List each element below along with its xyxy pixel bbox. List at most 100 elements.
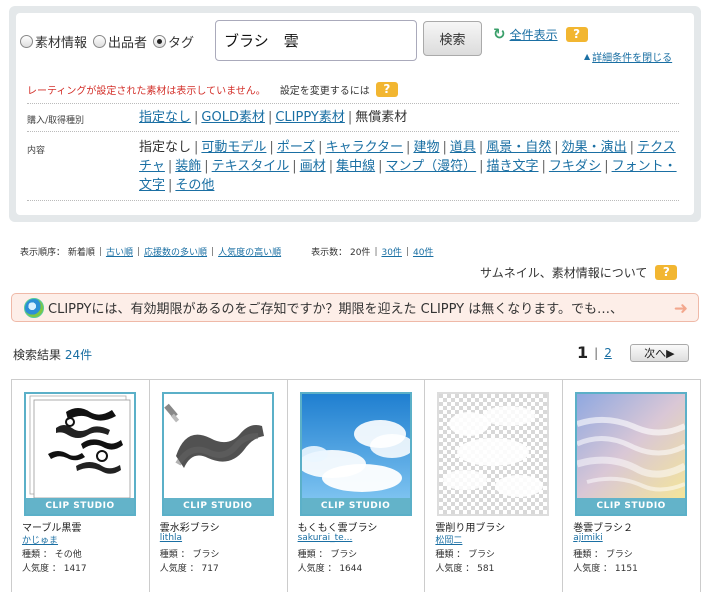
- sort-current: 新着順: [67, 248, 95, 258]
- filter-content-item[interactable]: フォント・: [612, 159, 677, 174]
- triangle-up-icon: ▲: [584, 52, 591, 61]
- item-title: 雲削り用ブラシ: [435, 523, 506, 534]
- content-filters: 指定なし | 可動モデル | ポーズ | キャラクター | 建物 | 道具 | 風景・自然 | 効果・演出 |…: [139, 138, 679, 195]
- clippy-banner[interactable]: CLIPPYには、有効期限があるのをご存知ですか？期限を迎えた CLIPPY は…: [11, 293, 699, 322]
- radio-tag[interactable]: タグ: [153, 32, 194, 51]
- filter-content-item[interactable]: 装飾: [175, 159, 201, 174]
- filter-content-item[interactable]: テクス: [637, 140, 676, 155]
- page-current: 1: [577, 343, 589, 362]
- item-author-link[interactable]: かじゅま: [22, 533, 58, 546]
- thumbnail[interactable]: CLIP STUDIO: [299, 392, 412, 516]
- content-filter-line-3: 文字 | その他: [139, 178, 215, 193]
- filter-content-none: 指定なし: [139, 140, 192, 155]
- item-title: 雲水彩ブラシ: [159, 523, 220, 534]
- help-icon[interactable]: ?: [565, 26, 588, 42]
- show-all-link-group: ↻ 全件表示 ?: [493, 25, 588, 43]
- result-card[interactable]: 雲削り用ブラシ 松岡二 種類 ： ブラシ 人気度 ： 581: [425, 380, 564, 592]
- brand-label: CLIP STUDIO: [26, 498, 134, 514]
- filter-content-item[interactable]: マンプ（漫符）: [386, 159, 477, 174]
- content-label: 内容: [27, 146, 46, 156]
- search-mode-group: 素材情報 出品者 タグ: [20, 32, 200, 51]
- item-title: もくもく雲ブラシ: [297, 523, 378, 534]
- clippy-logo-icon: [24, 297, 44, 318]
- item-popularity: 人気度 ： 1417: [22, 564, 87, 574]
- item-kind: 種類 ： ブラシ: [435, 550, 495, 560]
- item-author-link[interactable]: lithla: [160, 533, 182, 543]
- show-all-link[interactable]: 全件表示: [510, 26, 558, 43]
- page-link[interactable]: 2: [604, 346, 612, 360]
- item-popularity: 人気度 ： 581: [435, 564, 495, 574]
- filter-purchase-free: 無償素材: [355, 110, 408, 125]
- sort-option[interactable]: 応援数の多い順: [144, 245, 207, 258]
- filter-content-item[interactable]: ポーズ: [277, 140, 315, 155]
- thumbnail[interactable]: [437, 392, 550, 516]
- filter-content-item[interactable]: テキスタイル: [212, 159, 290, 174]
- filter-content-item[interactable]: 風景・自然: [486, 140, 551, 155]
- filter-content-item[interactable]: チャ: [139, 159, 165, 174]
- search-input[interactable]: [215, 20, 417, 61]
- item-author-link[interactable]: 松岡二: [435, 533, 462, 546]
- radio-button[interactable]: [93, 35, 107, 48]
- sort-bar: 表示順序： 新着順 | 古い順 | 応援数の多い順 | 人気度の高い順 表示数： 20…: [20, 245, 434, 259]
- item-author-link[interactable]: sakurai_te...: [298, 533, 353, 543]
- arrow-right-icon[interactable]: ➜: [674, 299, 688, 319]
- count-current: 20件: [349, 248, 371, 258]
- filter-purchase-clippy[interactable]: CLIPPY素材: [275, 110, 345, 125]
- result-card[interactable]: CLIP STUDIO マーブル黒雲 かじゅま 種類 ： その他 人気度 ： 1…: [12, 380, 150, 592]
- item-kind: 種類 ： その他: [22, 550, 82, 560]
- brand-label: CLIP STUDIO: [163, 498, 272, 514]
- content-filter-line-2: チャ | 装飾 | テキスタイル | 画材 | 集中線 | マンプ（漫符） | 描き文字 | フキダシ | フォ…: [139, 159, 677, 174]
- filter-content-item[interactable]: 画材: [300, 159, 326, 174]
- purchase-type-label: 購入/取得種別: [27, 116, 85, 126]
- refresh-icon[interactable]: ↻: [493, 25, 506, 43]
- filter-content-item[interactable]: 道具: [450, 140, 476, 155]
- count-option[interactable]: 40件: [413, 245, 433, 258]
- help-icon[interactable]: ?: [375, 82, 398, 97]
- filter-content-item[interactable]: 描き文字: [487, 159, 539, 174]
- radio-material-info[interactable]: 素材情報: [20, 32, 87, 51]
- checker-cloud-art: [439, 394, 548, 514]
- item-author-link[interactable]: ajimiki: [573, 533, 603, 543]
- marble-cloud-art: [26, 394, 134, 498]
- thumbnail[interactable]: CLIP STUDIO: [24, 392, 136, 516]
- radio-button[interactable]: [153, 35, 167, 48]
- filter-content-item[interactable]: 文字: [139, 178, 165, 193]
- filter-content-item[interactable]: 集中線: [336, 159, 375, 174]
- sky-cloud-art: [301, 394, 410, 498]
- count-option[interactable]: 30件: [381, 245, 401, 258]
- item-popularity: 人気度 ： 717: [159, 564, 219, 574]
- radio-seller[interactable]: 出品者: [93, 32, 147, 51]
- next-page-button[interactable]: 次へ▶: [629, 343, 689, 362]
- close-detail-link[interactable]: ▲ 詳細条件を閉じる: [584, 49, 672, 64]
- filter-content-item[interactable]: 建物: [413, 140, 439, 155]
- thumbnail[interactable]: CLIP STUDIO: [161, 392, 274, 516]
- result-card[interactable]: CLIP STUDIO 雲水彩ブラシ lithla 種類 ： ブラシ 人気度 ：…: [150, 380, 288, 592]
- item-kind: 種類 ： ブラシ: [159, 550, 220, 560]
- sort-label: 表示順序：: [20, 248, 66, 258]
- result-count: 検索結果 24件: [13, 346, 92, 363]
- sort-option[interactable]: 古い順: [106, 245, 133, 258]
- result-card[interactable]: CLIP STUDIO 巻雲ブラシ２ ajimiki 種類 ： ブラシ 人気度 …: [563, 380, 701, 592]
- divider: [27, 200, 679, 201]
- filter-content-item[interactable]: フキダシ: [549, 159, 601, 174]
- filter-content-item[interactable]: その他: [175, 178, 214, 193]
- search-button[interactable]: 検索: [423, 21, 482, 56]
- result-number: 24件: [64, 348, 93, 362]
- item-title: 巻雲ブラシ２: [573, 523, 633, 534]
- rating-notice-text: レーティングが設定された素材は表示していません。: [27, 86, 266, 97]
- count-label: 表示数：: [311, 248, 348, 258]
- filter-content-item[interactable]: 効果・演出: [562, 140, 627, 155]
- filter-content-item[interactable]: 可動モデル: [201, 140, 266, 155]
- result-grid: CLIP STUDIO マーブル黒雲 かじゅま 種類 ： その他 人気度 ： 1…: [11, 379, 701, 592]
- filter-purchase-none[interactable]: 指定なし: [139, 110, 191, 125]
- close-detail-label: 詳細条件を閉じる: [592, 53, 673, 64]
- sort-option[interactable]: 人気度の高い順: [218, 245, 281, 258]
- radio-button[interactable]: [20, 35, 33, 48]
- thumbnail-info-label: サムネイル、素材情報について: [480, 266, 648, 280]
- help-icon[interactable]: ?: [655, 265, 678, 280]
- filter-purchase-gold[interactable]: GOLD素材: [201, 110, 265, 125]
- filter-content-item[interactable]: キャラクター: [326, 140, 403, 155]
- item-popularity: 人気度 ： 1644: [297, 564, 363, 574]
- result-card[interactable]: CLIP STUDIO もくもく雲ブラシ sakurai_te... 種類 ： …: [288, 380, 426, 592]
- thumbnail[interactable]: CLIP STUDIO: [575, 392, 688, 516]
